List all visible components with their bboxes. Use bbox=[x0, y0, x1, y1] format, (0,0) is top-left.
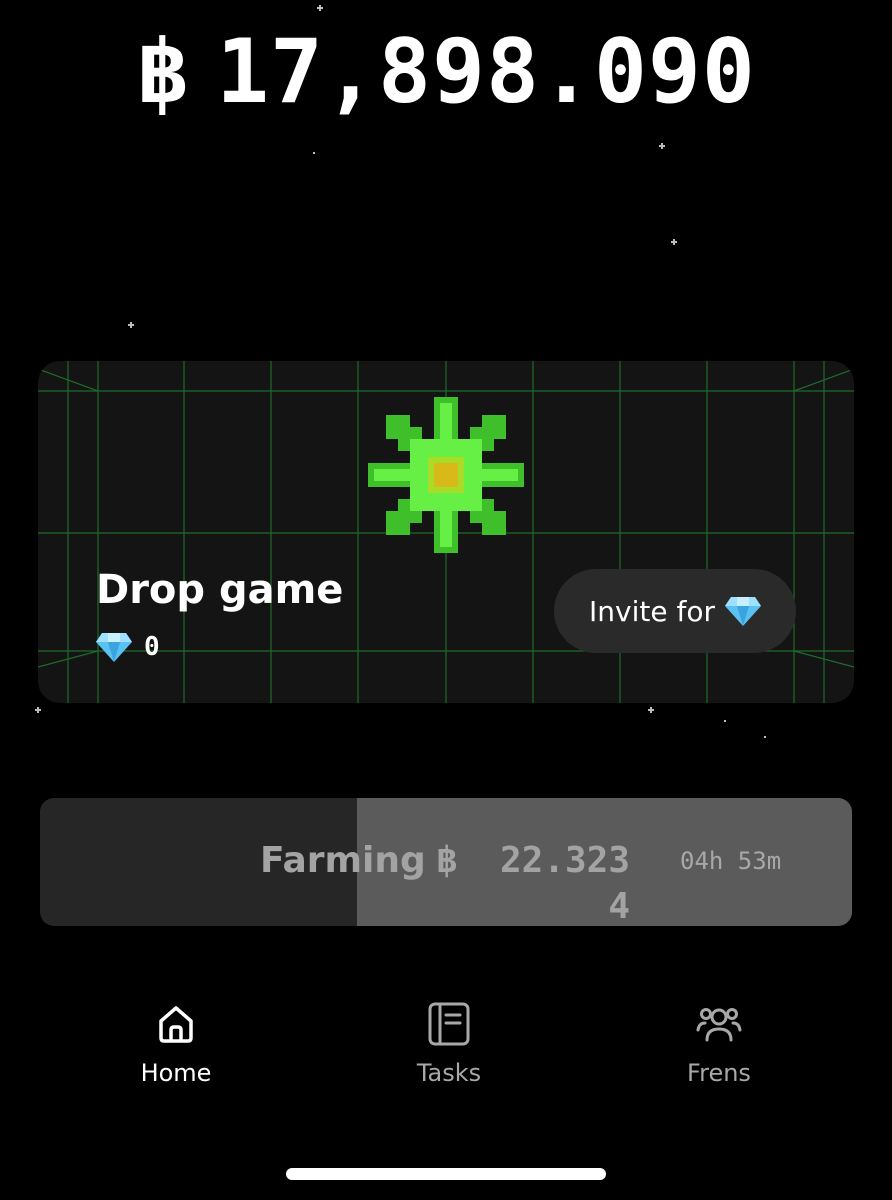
gem-count: 0 bbox=[144, 632, 160, 662]
farming-button[interactable]: Farming ฿ 22.3234 04h 53m bbox=[40, 798, 852, 926]
nav-home[interactable]: Home bbox=[86, 1000, 266, 1100]
balance-amount: 17,898.090 bbox=[216, 20, 756, 123]
balance-display: ฿ 17,898.090 bbox=[0, 22, 892, 122]
farming-currency-symbol: ฿ bbox=[436, 840, 458, 881]
nav-frens-label: Frens bbox=[687, 1059, 751, 1087]
invite-button[interactable]: Invite for bbox=[554, 569, 796, 653]
pixel-star-logo bbox=[368, 397, 524, 553]
balance-currency-symbol: ฿ bbox=[136, 20, 191, 123]
diamond-icon bbox=[724, 597, 761, 626]
nav-frens[interactable]: Frens bbox=[629, 1000, 809, 1100]
home-icon bbox=[159, 1006, 193, 1043]
notebook-icon bbox=[428, 1002, 470, 1046]
gem-counter: 0 bbox=[96, 629, 160, 665]
invite-label: Invite for bbox=[589, 594, 715, 628]
home-indicator bbox=[286, 1168, 606, 1180]
diamond-icon bbox=[96, 633, 132, 662]
drop-game-card[interactable]: Drop game 0 Invite for bbox=[38, 361, 854, 703]
farming-amount: 22.3234 bbox=[499, 840, 630, 926]
nav-home-label: Home bbox=[140, 1059, 212, 1087]
farming-timer: 04h 53m bbox=[680, 847, 782, 875]
friends-icon bbox=[696, 1008, 742, 1042]
nav-tasks-label: Tasks bbox=[416, 1059, 482, 1087]
nav-tasks[interactable]: Tasks bbox=[359, 1000, 539, 1100]
drop-game-title: Drop game bbox=[96, 567, 344, 613]
farming-label: Farming bbox=[260, 840, 426, 881]
